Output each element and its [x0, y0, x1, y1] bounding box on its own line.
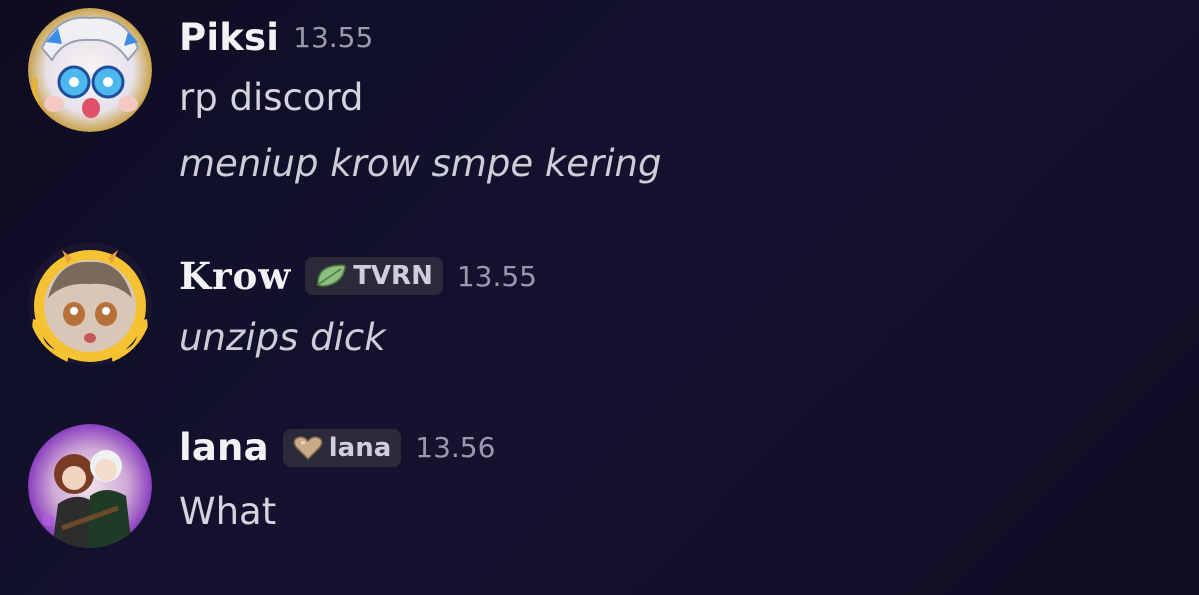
heart-icon	[293, 435, 323, 460]
timestamp: 13.56	[415, 431, 496, 464]
avatar[interactable]	[28, 242, 152, 366]
message-header: lana lana 13.56	[179, 426, 495, 469]
avatar[interactable]	[28, 424, 152, 548]
anime-character-avatar-icon	[28, 242, 152, 366]
message-text: What	[179, 490, 277, 533]
message-text: unzips dick	[179, 316, 386, 359]
avatar[interactable]	[28, 8, 152, 132]
role-tag[interactable]: lana	[282, 428, 402, 467]
message-header: Krow TVRN 13.55	[179, 254, 537, 298]
username[interactable]: Krow	[179, 254, 291, 298]
message-text: meniup krow smpe kering	[179, 142, 662, 185]
chat-message-list: Piksi 13.55 rp discord meniup krow smpe …	[0, 0, 1199, 595]
anime-character-avatar-icon	[28, 8, 152, 132]
role-tag-label: lana	[328, 432, 392, 463]
role-tag[interactable]: TVRN	[305, 257, 443, 295]
message-text: rp discord	[179, 76, 364, 119]
couple-avatar-icon	[28, 424, 152, 548]
timestamp: 13.55	[293, 21, 374, 54]
username[interactable]: lana	[179, 426, 269, 469]
username[interactable]: Piksi	[179, 16, 279, 59]
message-header: Piksi 13.55	[179, 16, 373, 59]
leaf-icon	[317, 264, 346, 287]
timestamp: 13.55	[456, 259, 537, 293]
role-tag-label: TVRN	[353, 261, 433, 291]
